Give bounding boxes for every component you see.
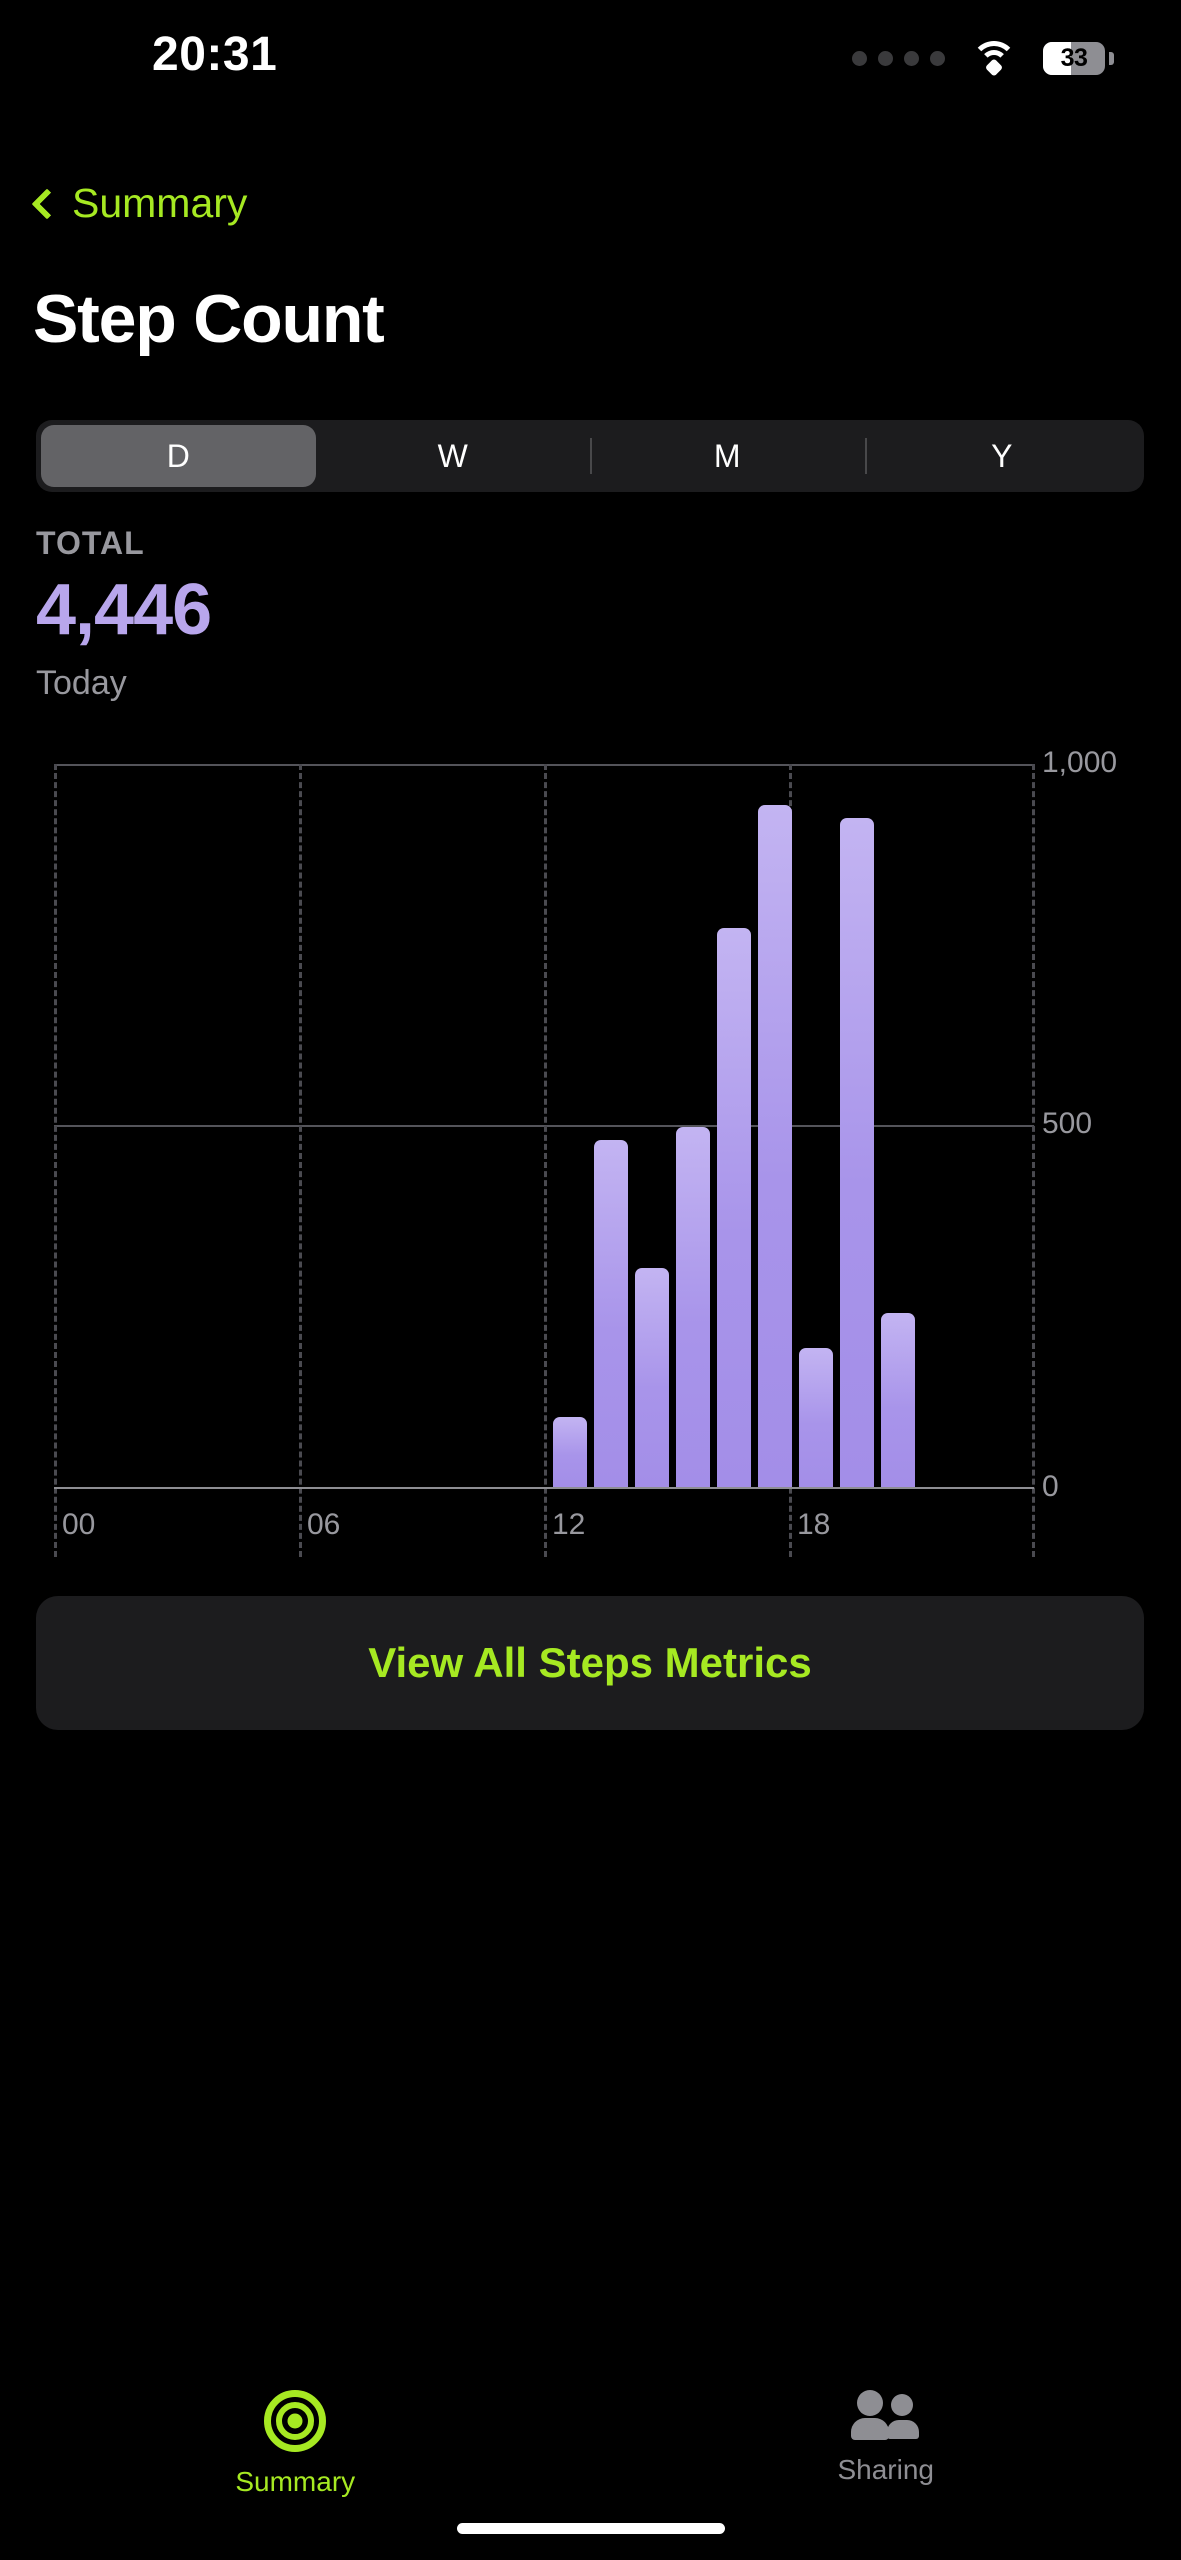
back-button-label: Summary [72, 180, 248, 226]
total-value: 4,446 [36, 570, 212, 650]
gridline-hour-00 [54, 764, 57, 1557]
segment-day[interactable]: D [41, 425, 316, 487]
tab-summary-label: Summary [235, 2466, 356, 2497]
tab-sharing[interactable]: Sharing [591, 2390, 1181, 2486]
cellular-dots-icon [852, 50, 945, 66]
x-axis-tick-label: 12 [552, 1508, 586, 1541]
tab-summary[interactable]: Summary [0, 2390, 591, 2498]
y-axis-tick-label: 500 [1042, 1107, 1093, 1140]
chart-bar-19 [840, 818, 874, 1487]
view-all-steps-metrics-button[interactable]: View All Steps Metrics [36, 1596, 1144, 1730]
x-axis-tick-label: 18 [797, 1508, 831, 1541]
y-axis-tick-label: 1,000 [1042, 746, 1118, 779]
chart-bar-13 [594, 1140, 628, 1487]
chart-bar-14 [635, 1267, 669, 1487]
chart-bar-16 [717, 928, 751, 1487]
chevron-left-icon [31, 187, 63, 220]
y-axis-tick-label: 0 [1042, 1470, 1059, 1503]
chart-bar-17 [758, 805, 792, 1487]
back-button[interactable]: Summary [30, 180, 247, 227]
total-summary: TOTAL 4,446 Today [36, 525, 212, 703]
gridline-hour-24 [1032, 764, 1035, 1557]
home-indicator[interactable] [456, 2523, 725, 2534]
chart-bar-18 [799, 1348, 833, 1487]
chart-baseline [54, 1487, 1034, 1489]
x-axis-tick-label: 06 [307, 1508, 341, 1541]
segment-month[interactable]: M [590, 425, 865, 487]
chart-plot-area [54, 764, 1035, 1557]
x-axis-tick-label: 00 [62, 1508, 96, 1541]
wifi-icon [971, 41, 1017, 77]
status-bar-clock: 20:31 [152, 28, 278, 81]
chart-bar-12 [553, 1416, 587, 1487]
total-subtitle: Today [36, 664, 127, 702]
time-range-segmented-control[interactable]: D W M Y [36, 420, 1144, 492]
battery-percent-label: 33 [1060, 43, 1088, 72]
status-bar-indicators: 33 [852, 41, 1114, 77]
segment-week[interactable]: W [316, 425, 591, 487]
people-sharing-icon [850, 2390, 921, 2440]
gridline-hour-12 [544, 764, 547, 1557]
view-all-steps-metrics-label: View All Steps Metrics [368, 1639, 812, 1686]
battery-icon: 33 [1043, 41, 1114, 75]
page-title: Step Count [33, 281, 385, 357]
chart-bar-15 [676, 1126, 710, 1487]
segment-year[interactable]: Y [864, 425, 1140, 487]
total-label: TOTAL [36, 525, 145, 561]
step-count-chart[interactable]: 1,000 500 0 00 06 12 18 [0, 740, 1181, 1557]
chart-bar-20 [881, 1312, 915, 1487]
summary-rings-icon [264, 2390, 327, 2452]
tab-sharing-label: Sharing [837, 2454, 934, 2485]
status-bar: 20:31 33 [0, 0, 1181, 110]
gridline-hour-06 [299, 764, 302, 1557]
